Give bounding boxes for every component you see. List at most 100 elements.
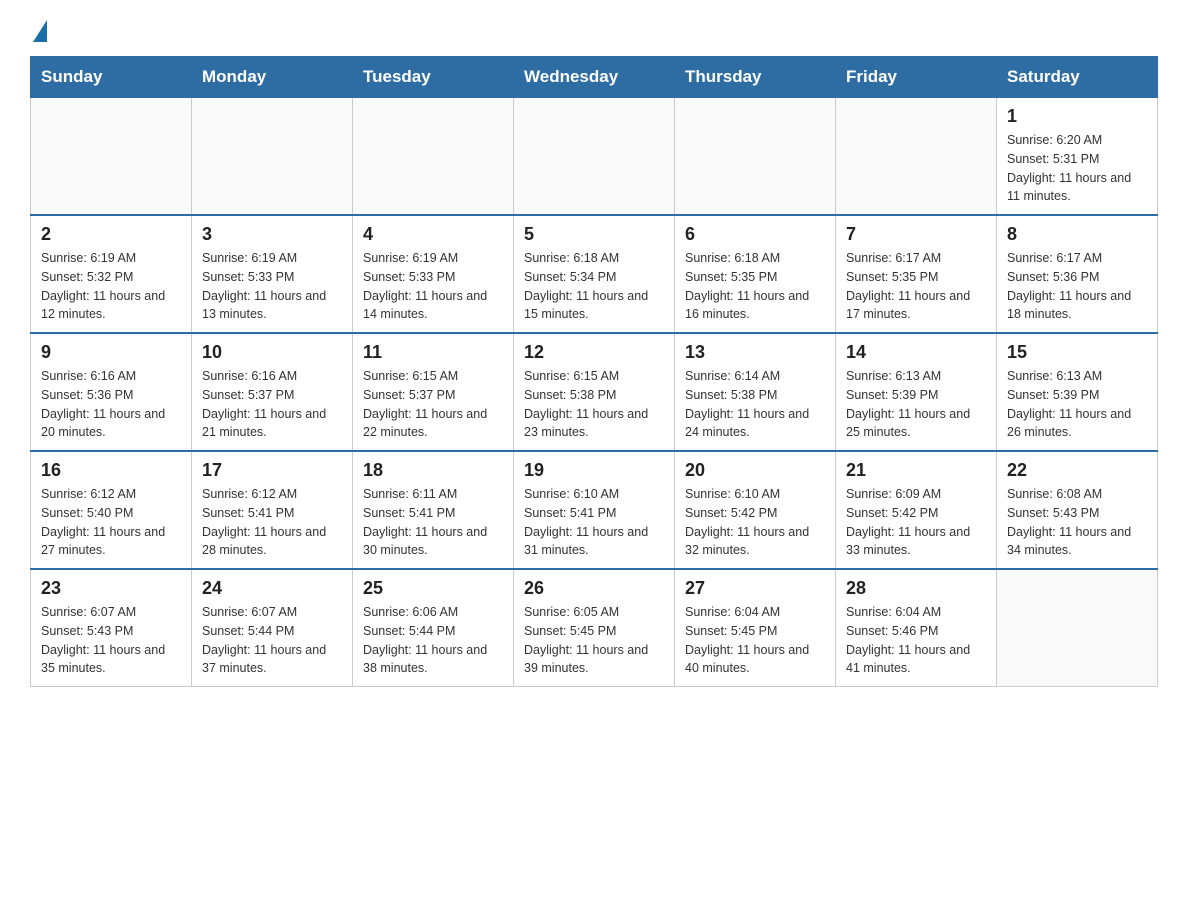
day-number: 22: [1007, 460, 1147, 481]
day-info: Sunrise: 6:17 AMSunset: 5:36 PMDaylight:…: [1007, 249, 1147, 324]
calendar-cell-w3d2: 18 Sunrise: 6:11 AMSunset: 5:41 PMDayligh…: [353, 451, 514, 569]
calendar-cell-w4d6: [997, 569, 1158, 687]
day-info: Sunrise: 6:14 AMSunset: 5:38 PMDaylight:…: [685, 367, 825, 442]
day-info: Sunrise: 6:13 AMSunset: 5:39 PMDaylight:…: [846, 367, 986, 442]
day-info: Sunrise: 6:08 AMSunset: 5:43 PMDaylight:…: [1007, 485, 1147, 560]
day-number: 1: [1007, 106, 1147, 127]
day-info: Sunrise: 6:17 AMSunset: 5:35 PMDaylight:…: [846, 249, 986, 324]
calendar-cell-w2d3: 12 Sunrise: 6:15 AMSunset: 5:38 PMDayligh…: [514, 333, 675, 451]
day-info: Sunrise: 6:19 AMSunset: 5:32 PMDaylight:…: [41, 249, 181, 324]
calendar-cell-w4d5: 28 Sunrise: 6:04 AMSunset: 5:46 PMDayligh…: [836, 569, 997, 687]
calendar-cell-w0d0: [31, 98, 192, 216]
calendar-cell-w3d3: 19 Sunrise: 6:10 AMSunset: 5:41 PMDayligh…: [514, 451, 675, 569]
day-info: Sunrise: 6:16 AMSunset: 5:37 PMDaylight:…: [202, 367, 342, 442]
day-info: Sunrise: 6:18 AMSunset: 5:34 PMDaylight:…: [524, 249, 664, 324]
day-info: Sunrise: 6:04 AMSunset: 5:46 PMDaylight:…: [846, 603, 986, 678]
calendar-cell-w1d1: 3 Sunrise: 6:19 AMSunset: 5:33 PMDaylight…: [192, 215, 353, 333]
day-number: 8: [1007, 224, 1147, 245]
day-number: 6: [685, 224, 825, 245]
day-number: 27: [685, 578, 825, 599]
calendar-header-thursday: Thursday: [675, 57, 836, 98]
calendar-week-row-4: 23 Sunrise: 6:07 AMSunset: 5:43 PMDayligh…: [31, 569, 1158, 687]
day-info: Sunrise: 6:18 AMSunset: 5:35 PMDaylight:…: [685, 249, 825, 324]
calendar-cell-w4d1: 24 Sunrise: 6:07 AMSunset: 5:44 PMDayligh…: [192, 569, 353, 687]
calendar-cell-w0d3: [514, 98, 675, 216]
calendar-cell-w3d4: 20Sunrise: 6:10 AMSunset: 5:42 PMDayligh…: [675, 451, 836, 569]
calendar-cell-w2d1: 10 Sunrise: 6:16 AMSunset: 5:37 PMDayligh…: [192, 333, 353, 451]
day-number: 19: [524, 460, 664, 481]
calendar-week-row-1: 2 Sunrise: 6:19 AMSunset: 5:32 PMDaylight…: [31, 215, 1158, 333]
day-number: 28: [846, 578, 986, 599]
calendar-cell-w3d5: 21 Sunrise: 6:09 AMSunset: 5:42 PMDayligh…: [836, 451, 997, 569]
day-number: 3: [202, 224, 342, 245]
calendar-cell-w2d4: 13Sunrise: 6:14 AMSunset: 5:38 PMDayligh…: [675, 333, 836, 451]
day-info: Sunrise: 6:19 AMSunset: 5:33 PMDaylight:…: [363, 249, 503, 324]
day-info: Sunrise: 6:07 AMSunset: 5:43 PMDaylight:…: [41, 603, 181, 678]
day-number: 9: [41, 342, 181, 363]
calendar-cell-w4d3: 26 Sunrise: 6:05 AMSunset: 5:45 PMDayligh…: [514, 569, 675, 687]
day-info: Sunrise: 6:10 AMSunset: 5:41 PMDaylight:…: [524, 485, 664, 560]
day-info: Sunrise: 6:19 AMSunset: 5:33 PMDaylight:…: [202, 249, 342, 324]
day-info: Sunrise: 6:15 AMSunset: 5:38 PMDaylight:…: [524, 367, 664, 442]
logo: [30, 20, 47, 36]
day-info: Sunrise: 6:20 AMSunset: 5:31 PMDaylight:…: [1007, 131, 1147, 206]
day-number: 26: [524, 578, 664, 599]
calendar-cell-w3d6: 22 Sunrise: 6:08 AMSunset: 5:43 PMDayligh…: [997, 451, 1158, 569]
day-info: Sunrise: 6:13 AMSunset: 5:39 PMDaylight:…: [1007, 367, 1147, 442]
day-number: 4: [363, 224, 503, 245]
day-info: Sunrise: 6:12 AMSunset: 5:41 PMDaylight:…: [202, 485, 342, 560]
calendar-cell-w4d2: 25 Sunrise: 6:06 AMSunset: 5:44 PMDayligh…: [353, 569, 514, 687]
day-number: 15: [1007, 342, 1147, 363]
day-number: 2: [41, 224, 181, 245]
calendar-cell-w2d0: 9 Sunrise: 6:16 AMSunset: 5:36 PMDaylight…: [31, 333, 192, 451]
day-number: 25: [363, 578, 503, 599]
calendar-week-row-3: 16 Sunrise: 6:12 AMSunset: 5:40 PMDayligh…: [31, 451, 1158, 569]
calendar-cell-w1d2: 4 Sunrise: 6:19 AMSunset: 5:33 PMDaylight…: [353, 215, 514, 333]
calendar-cell-w3d1: 17Sunrise: 6:12 AMSunset: 5:41 PMDayligh…: [192, 451, 353, 569]
calendar-header-saturday: Saturday: [997, 57, 1158, 98]
calendar-header-sunday: Sunday: [31, 57, 192, 98]
day-info: Sunrise: 6:11 AMSunset: 5:41 PMDaylight:…: [363, 485, 503, 560]
day-number: 23: [41, 578, 181, 599]
day-number: 10: [202, 342, 342, 363]
calendar-cell-w2d2: 11 Sunrise: 6:15 AMSunset: 5:37 PMDayligh…: [353, 333, 514, 451]
calendar-cell-w1d5: 7Sunrise: 6:17 AMSunset: 5:35 PMDaylight…: [836, 215, 997, 333]
calendar-week-row-2: 9 Sunrise: 6:16 AMSunset: 5:36 PMDaylight…: [31, 333, 1158, 451]
day-info: Sunrise: 6:10 AMSunset: 5:42 PMDaylight:…: [685, 485, 825, 560]
calendar-cell-w0d5: [836, 98, 997, 216]
calendar-cell-w0d2: [353, 98, 514, 216]
day-info: Sunrise: 6:09 AMSunset: 5:42 PMDaylight:…: [846, 485, 986, 560]
day-number: 24: [202, 578, 342, 599]
calendar-header-row: SundayMondayTuesdayWednesdayThursdayFrid…: [31, 57, 1158, 98]
calendar-header-monday: Monday: [192, 57, 353, 98]
calendar-header-friday: Friday: [836, 57, 997, 98]
calendar-cell-w4d0: 23 Sunrise: 6:07 AMSunset: 5:43 PMDayligh…: [31, 569, 192, 687]
day-number: 21: [846, 460, 986, 481]
calendar-header-wednesday: Wednesday: [514, 57, 675, 98]
calendar-cell-w1d4: 6 Sunrise: 6:18 AMSunset: 5:35 PMDaylight…: [675, 215, 836, 333]
calendar-cell-w2d6: 15 Sunrise: 6:13 AMSunset: 5:39 PMDayligh…: [997, 333, 1158, 451]
calendar-cell-w0d6: 1 Sunrise: 6:20 AMSunset: 5:31 PMDaylight…: [997, 98, 1158, 216]
day-info: Sunrise: 6:07 AMSunset: 5:44 PMDaylight:…: [202, 603, 342, 678]
day-info: Sunrise: 6:05 AMSunset: 5:45 PMDaylight:…: [524, 603, 664, 678]
day-info: Sunrise: 6:16 AMSunset: 5:36 PMDaylight:…: [41, 367, 181, 442]
day-info: Sunrise: 6:06 AMSunset: 5:44 PMDaylight:…: [363, 603, 503, 678]
page-header: [30, 20, 1158, 36]
day-number: 11: [363, 342, 503, 363]
logo-triangle-icon: [33, 20, 47, 42]
day-number: 5: [524, 224, 664, 245]
calendar-cell-w0d4: [675, 98, 836, 216]
calendar-cell-w3d0: 16 Sunrise: 6:12 AMSunset: 5:40 PMDayligh…: [31, 451, 192, 569]
calendar-table: SundayMondayTuesdayWednesdayThursdayFrid…: [30, 56, 1158, 687]
day-number: 14: [846, 342, 986, 363]
day-number: 16: [41, 460, 181, 481]
calendar-cell-w1d6: 8 Sunrise: 6:17 AMSunset: 5:36 PMDaylight…: [997, 215, 1158, 333]
calendar-week-row-0: 1 Sunrise: 6:20 AMSunset: 5:31 PMDaylight…: [31, 98, 1158, 216]
day-number: 18: [363, 460, 503, 481]
day-info: Sunrise: 6:15 AMSunset: 5:37 PMDaylight:…: [363, 367, 503, 442]
calendar-cell-w2d5: 14 Sunrise: 6:13 AMSunset: 5:39 PMDayligh…: [836, 333, 997, 451]
day-number: 12: [524, 342, 664, 363]
calendar-cell-w0d1: [192, 98, 353, 216]
day-info: Sunrise: 6:12 AMSunset: 5:40 PMDaylight:…: [41, 485, 181, 560]
calendar-cell-w1d3: 5 Sunrise: 6:18 AMSunset: 5:34 PMDaylight…: [514, 215, 675, 333]
